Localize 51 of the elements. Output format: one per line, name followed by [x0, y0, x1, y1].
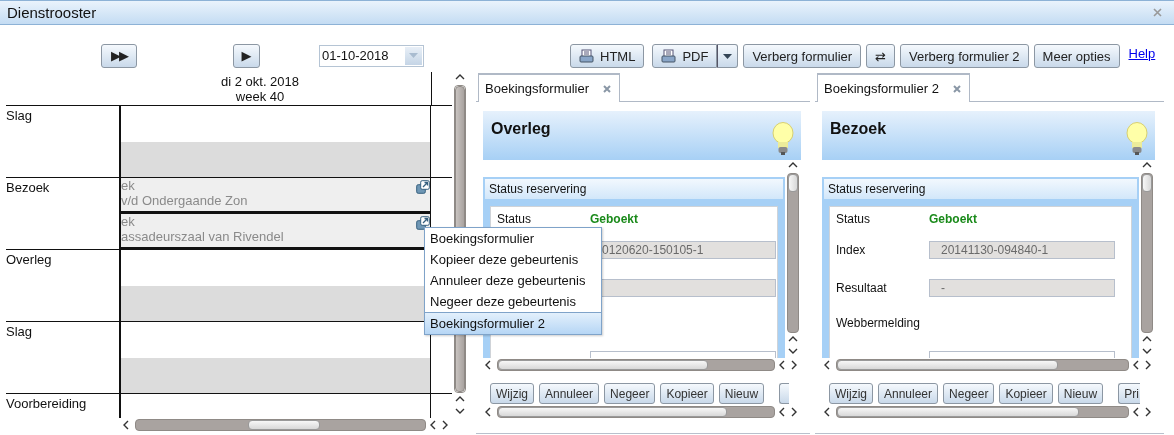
form-button[interactable]: Wijzig	[490, 383, 534, 404]
event-text: v/d Ondergaande Zon	[121, 193, 248, 208]
menu-item[interactable]: Boekingsformulier 2	[425, 312, 601, 334]
row-label: Overleg	[6, 251, 53, 269]
field-label: Webbermelding	[836, 316, 921, 330]
field-label: Status	[836, 212, 872, 226]
field-label: Index	[836, 243, 867, 257]
toolbar-button[interactable]: ⇄	[866, 44, 895, 68]
field-label: Resultaat	[836, 281, 888, 295]
event-text: ek	[121, 214, 136, 229]
date-field[interactable]: 01-10-2018	[319, 44, 424, 67]
form-button[interactable]: Annuleer	[878, 383, 939, 404]
form-button[interactable]: Kopieer	[660, 383, 714, 404]
section-title: Status reservering	[485, 179, 783, 199]
week-number: week 40	[235, 89, 285, 104]
toolbar-button[interactable]: Verberg formulier 2	[900, 44, 1029, 68]
form-button[interactable]: Nieuw	[1057, 383, 1104, 404]
form-tab[interactable]: Boekingsformulier 2	[817, 73, 970, 102]
pdf-button[interactable]: PDF	[652, 44, 718, 68]
status-value: Geboekt	[929, 212, 977, 226]
toolbar-button[interactable]: Verberg formulier	[743, 44, 862, 68]
form-button[interactable]: Nieuw	[718, 383, 765, 404]
status-value: Geboekt	[590, 212, 638, 226]
row-label: Slag	[6, 323, 34, 341]
row-label: Voorbereiding	[6, 395, 88, 413]
form-button[interactable]: Wijzig	[829, 383, 873, 404]
form-button[interactable]: Annuleer	[539, 383, 600, 404]
section-title: Status reservering	[824, 179, 1137, 199]
menu-item[interactable]: Annuleer deze gebeurtenis	[425, 270, 601, 291]
next-button[interactable]: ▶▶	[101, 43, 137, 68]
input-field[interactable]: 20141130-094840-1	[929, 241, 1115, 259]
form-title: Overleg	[490, 119, 551, 138]
next-button[interactable]: ▶	[233, 43, 260, 68]
help-link[interactable]: Help	[1128, 46, 1156, 61]
window-title: Dienstrooster	[7, 4, 97, 21]
menu-item[interactable]: Negeer deze gebeurtenis	[425, 291, 601, 312]
form-button[interactable]: Kopieer	[999, 383, 1053, 404]
form-title: Bezoek	[829, 119, 887, 138]
event-text: ek	[121, 178, 136, 193]
form-tab[interactable]: Boekingsformulier	[478, 73, 621, 102]
toolbar-button[interactable]: Meer opties	[1033, 44, 1120, 68]
form-button[interactable]: Negeer	[604, 383, 656, 404]
form-button[interactable]: Pri	[1118, 383, 1140, 404]
field-label: Status	[497, 212, 533, 226]
row-label: Slag	[6, 107, 34, 125]
form-button[interactable]: Negeer	[943, 383, 995, 404]
day-date: di 2 okt. 2018	[220, 74, 300, 89]
row-label: Bezoek	[6, 179, 51, 197]
html-button[interactable]: HTML	[570, 44, 645, 68]
input-field[interactable]: -	[929, 279, 1115, 297]
event-text: assadeurszaal van Rivendel	[121, 229, 284, 244]
